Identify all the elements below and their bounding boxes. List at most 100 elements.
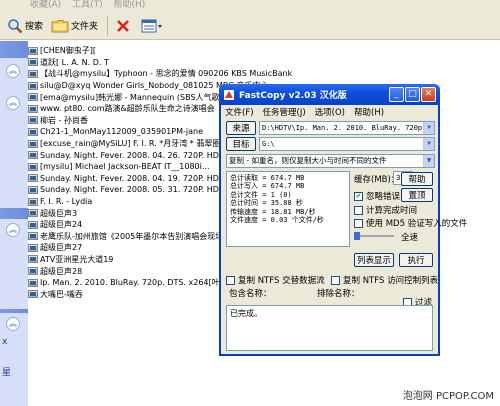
- dest-button[interactable]: 目标: [226, 137, 256, 151]
- maximize-button[interactable]: □: [405, 87, 420, 102]
- source-button[interactable]: 来源: [226, 121, 256, 135]
- video-file-icon: [28, 209, 38, 218]
- minimize-icon: _: [394, 89, 399, 99]
- topmost-button[interactable]: 置顶: [401, 188, 433, 202]
- include-label: 包含名称：: [229, 289, 272, 299]
- video-file-icon: [28, 197, 38, 206]
- dest-path-field[interactable]: G:\ ▼: [259, 137, 435, 151]
- video-file-icon: [28, 58, 38, 67]
- exclude-label: 排除名称：: [317, 289, 360, 299]
- copy-mode-select[interactable]: 复制 - 如重名，则仅复制大小与时间不同的文件 ▼: [226, 154, 435, 168]
- folders-label: 文件夹: [71, 22, 99, 32]
- collapse-chevron-icon[interactable]: ︽: [6, 64, 20, 78]
- delete-button[interactable]: [112, 15, 136, 37]
- video-file-icon: [28, 139, 38, 148]
- menu-tools[interactable]: 工具(T): [72, 0, 103, 10]
- fastcopy-window: FastCopy v2.03 汉化版 _ □ ✕ 文件(F) 任务管理(J) 选…: [219, 84, 467, 356]
- collapse-chevron-icon[interactable]: ︽: [6, 96, 20, 110]
- fastcopy-menubar: 文件(F) 任务管理(J) 选项(O) 帮助(H): [225, 106, 393, 118]
- ntfs-stream-checkbox[interactable]: 复制 NTFS 交替数据流: [226, 274, 325, 286]
- help-button[interactable]: 帮助: [401, 172, 433, 186]
- dest-path-value: G:\: [262, 140, 275, 148]
- fc-menu-jobs[interactable]: 任务管理(J): [263, 106, 306, 118]
- file-name: 【战斗机@mysilu】Typhoon - 思念的爱情 090206 KBS M…: [40, 69, 293, 79]
- task-group-3: ︽ x 星: [0, 313, 28, 406]
- ignore-errors-checkbox[interactable]: ✔ 忽略错误: [354, 190, 400, 202]
- video-file-icon: [28, 243, 38, 252]
- file-name: 老鹰乐队-加州旅馆《2005年墨尔本告别演唱会现场版: [40, 231, 232, 241]
- video-file-icon: [28, 151, 38, 160]
- ntfs-stream-label: 复制 NTFS 交替数据流: [238, 276, 325, 286]
- file-name: ATV亚洲星光大道19: [40, 254, 114, 264]
- task-pane-text: x: [2, 337, 8, 347]
- md5-label: 使用 MD5 验证写入的文件: [366, 219, 468, 229]
- watermark: 泡泡网 PCPOP.COM: [402, 391, 494, 402]
- video-file-icon: [28, 267, 38, 276]
- video-file-icon: [28, 127, 38, 136]
- task-pane-text: 星: [2, 368, 12, 378]
- execute-button[interactable]: 执行: [399, 253, 433, 267]
- close-button[interactable]: ✕: [421, 87, 436, 102]
- video-file-icon: [28, 185, 38, 194]
- views-icon: [141, 19, 163, 32]
- acl-checkbox[interactable]: 复制 NTFS 访问控制列表: [331, 274, 438, 286]
- file-name: 超级巨声27: [40, 243, 83, 253]
- toolbar-separator: [107, 15, 109, 36]
- file-list-item[interactable]: 道跃[ L. A. N. D. T: [28, 57, 328, 69]
- mode-dropdown-icon[interactable]: ▼: [423, 155, 434, 167]
- file-list-item[interactable]: [CHEN御虫子][: [28, 45, 328, 57]
- source-path-field[interactable]: D:\HDTV\Ip. Man. 2. 2010. BluRay. 720p. …: [259, 121, 435, 135]
- file-name: www. pt80. com路演&超龄乐队生命之诗演唱会: [40, 104, 215, 114]
- video-file-icon: [28, 232, 38, 241]
- video-file-icon: [28, 116, 38, 125]
- file-name: 超级巨声3: [40, 208, 78, 218]
- estimate-checkbox[interactable]: 计算完成时间: [354, 204, 417, 216]
- folders-button[interactable]: 文件夹: [48, 15, 101, 37]
- file-name: [excuse_rain@MySiLU] F. I. R. *月牙湾 * 翡翠圈…: [40, 139, 246, 149]
- fc-menu-help[interactable]: 帮助(H): [354, 106, 384, 118]
- speed-slider[interactable]: [354, 232, 394, 240]
- task-pane: ︽ ︽ ︽ ︽ x 星: [0, 41, 28, 406]
- slider-thumb[interactable]: [354, 232, 360, 240]
- menu-help[interactable]: 帮助(H): [113, 0, 145, 10]
- video-file-icon: [28, 46, 38, 55]
- collapse-chevron-icon[interactable]: ︽: [6, 317, 20, 331]
- menu-favorites[interactable]: 收藏(A): [30, 0, 61, 10]
- ignore-errors-label: 忽略错误: [366, 192, 401, 202]
- checkmark-icon: ✔: [354, 191, 363, 201]
- search-button[interactable]: 搜索: [4, 15, 46, 37]
- search-icon: [8, 18, 23, 33]
- video-file-icon: [28, 69, 38, 78]
- file-name: 超级巨声28: [40, 266, 83, 276]
- video-file-icon: [28, 220, 38, 229]
- slider-track: [354, 235, 394, 237]
- md5-checkbox[interactable]: 使用 MD5 验证写入的文件: [354, 217, 467, 229]
- video-file-icon: [28, 162, 38, 171]
- dest-dropdown-icon[interactable]: ▼: [423, 138, 434, 150]
- log-area[interactable]: 已完成。: [226, 305, 433, 351]
- task-group-2: ︽: [0, 219, 28, 309]
- fastcopy-titlebar[interactable]: FastCopy v2.03 汉化版 _ □ ✕: [219, 84, 440, 105]
- log-text: 已完成。: [230, 309, 262, 318]
- fastcopy-title: FastCopy v2.03 汉化版: [239, 91, 347, 101]
- speed-label: 全速: [401, 233, 419, 243]
- minimize-button[interactable]: _: [389, 87, 404, 102]
- file-name: Ch21-1_MonMay112009_035901PM-jane: [40, 127, 204, 137]
- task-group-1: ︽ ︽: [0, 58, 28, 208]
- list-button[interactable]: 列表显示: [354, 253, 394, 267]
- explorer-toolbar: 搜索 文件夹: [0, 12, 500, 40]
- estimate-label: 计算完成时间: [366, 206, 418, 216]
- close-icon: ✕: [424, 89, 433, 99]
- folder-icon: [51, 19, 69, 32]
- fc-menu-options[interactable]: 选项(O): [315, 106, 345, 118]
- source-dropdown-icon[interactable]: ▼: [423, 122, 434, 134]
- views-button[interactable]: [138, 15, 168, 37]
- stats-box: 总计读取 = 674.7 MB 总计写入 = 674.7 MB 总计文件 = 1…: [226, 171, 350, 247]
- search-label: 搜索: [25, 22, 44, 32]
- video-file-icon: [28, 255, 38, 264]
- video-file-icon: [28, 290, 38, 299]
- fc-menu-file[interactable]: 文件(F): [225, 106, 254, 118]
- file-name: [ema@mysilu]韩光娜 - Mannequin (SBS人气歌谣 090: [40, 92, 246, 102]
- collapse-chevron-icon[interactable]: ︽: [6, 223, 20, 237]
- file-list-item[interactable]: 【战斗机@mysilu】Typhoon - 思念的爱情 090206 KBS M…: [28, 68, 328, 80]
